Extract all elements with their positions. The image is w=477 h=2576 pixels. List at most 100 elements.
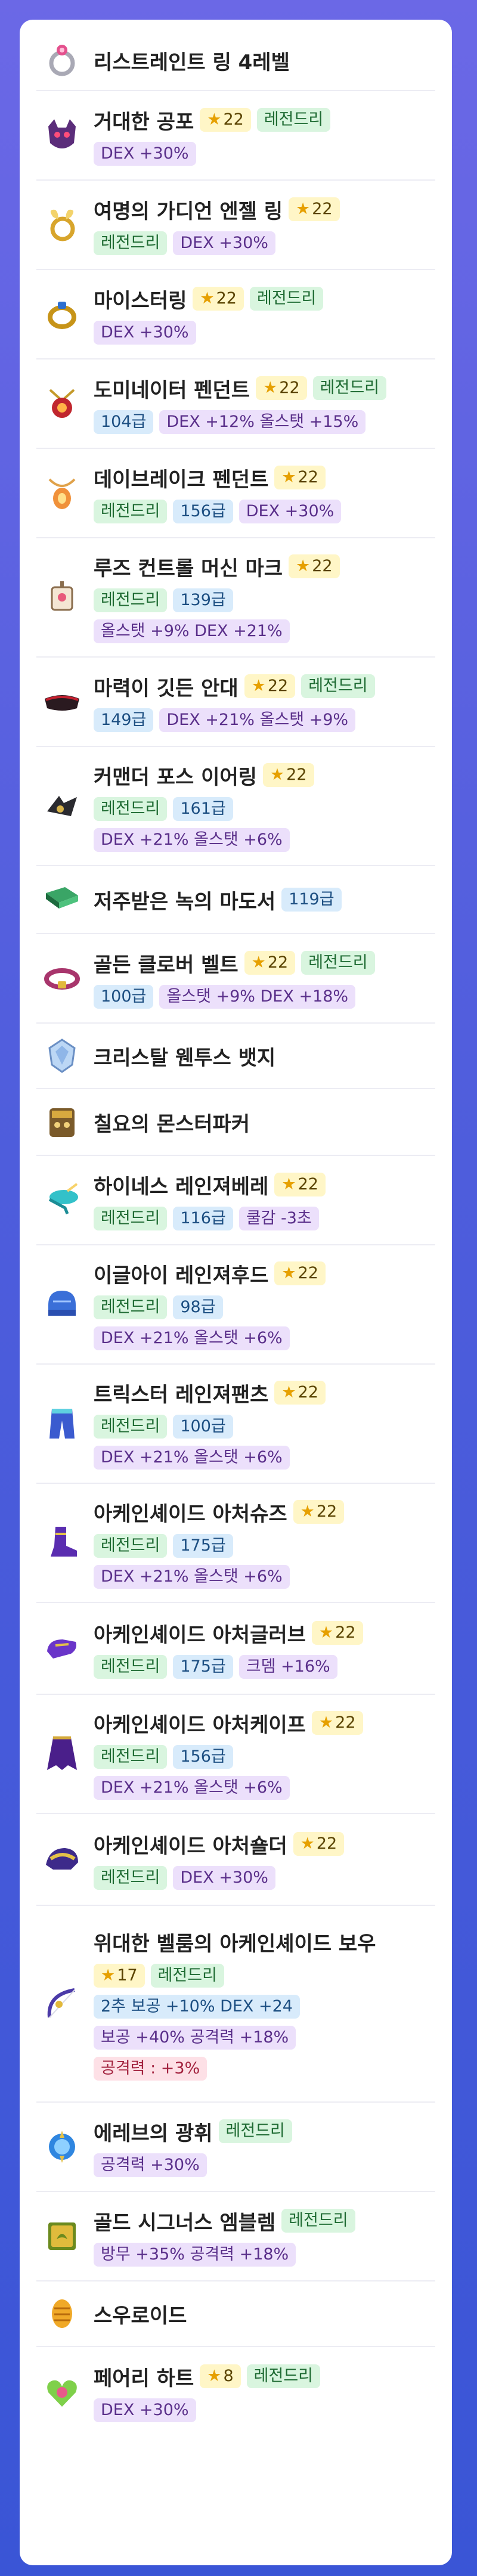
list-item[interactable]: 아케인셰이드 아처글러브 ★ 22 레전드리 175급 크뎀 +16% [36, 1603, 435, 1695]
list-item[interactable]: 아케인셰이드 아처케이프 ★ 22 레전드리 156급 DEX +21% 올스탯 … [36, 1695, 435, 1814]
list-item[interactable]: 트릭스터 레인져팬츠 ★ 22 레전드리 100급 DEX +21% 올스탯 +6… [36, 1365, 435, 1484]
list-item[interactable]: 마력이 깃든 안대 ★ 22 레전드리 149급 DEX +21% 올스탯 +9% [36, 658, 435, 747]
list-item[interactable]: 마이스터링 ★ 22 레전드리 DEX +30% [36, 270, 435, 359]
grade-badge: 레전드리 [94, 499, 168, 523]
stat-badge: DEX +21% 올스탯 +9% [159, 708, 356, 732]
level-badge: 175급 [173, 1654, 233, 1679]
item-name: 아케인셰이드 아처슈즈 [94, 1502, 287, 1526]
pants-icon [36, 1403, 88, 1444]
list-item[interactable]: 도미네이터 펜던트 ★ 22 레전드리 104급 DEX +12% 올스탯 +15… [36, 359, 435, 449]
star-badge: ★ 8 [200, 2364, 241, 2388]
ring-icon [36, 39, 88, 81]
grade-badge: 레전드리 [94, 1865, 168, 1890]
list-item[interactable]: 이글아이 레인져후드 ★ 22 레전드리 98급 DEX +21% 올스탯 +6% [36, 1245, 435, 1365]
stat-badge: 2추 보공 +10% DEX +24 [94, 1994, 300, 2019]
list-item[interactable]: 커맨더 포스 이어링 ★ 22 레전드리 161급 DEX +21% 올스탯 +6… [36, 747, 435, 866]
list-item[interactable]: 골드 시그너스 엠블렘 레전드리 방무 +35% 공격력 +18% [36, 2192, 435, 2281]
stat-badge: DEX +21% 올스탯 +6% [94, 1564, 290, 1589]
star-badge: ★ 22 [262, 763, 314, 787]
list-item[interactable]: 페어리 하트 ★ 8 레전드리 DEX +30% [36, 2347, 435, 2436]
star-icon: ★ [318, 1713, 334, 1732]
item-name: 트릭스터 레인져팬츠 [94, 1382, 269, 1407]
list-item[interactable]: 위대한 벨룸의 아케인셰이드 보우 ★ 17 레전드리 2추 보공 +10% DE… [36, 1906, 435, 2103]
cape-icon [36, 1733, 88, 1775]
extra-stat-badge: 공격력 : +3% [94, 2056, 207, 2081]
belt-icon [36, 957, 88, 999]
item-name: 도미네이터 펜던트 [94, 378, 250, 402]
level-badge: 175급 [173, 1533, 233, 1558]
star-icon: ★ [300, 1834, 315, 1853]
green-book-icon [36, 879, 88, 920]
dominator-pendant-icon [36, 383, 88, 424]
meister-ring-icon [36, 293, 88, 335]
grade-badge: 레전드리 [301, 674, 375, 698]
stat-badge: DEX +30% [94, 320, 196, 345]
list-item[interactable]: 하이네스 레인져베레 ★ 22 레전드리 116급 쿨감 -3초 [36, 1156, 435, 1245]
list-item[interactable]: 리스트레인트 링 4레벨 [36, 30, 435, 91]
item-name: 크리스탈 웬투스 뱃지 [94, 1046, 276, 1070]
cygnus-emblem-icon [36, 2215, 88, 2257]
star-icon: ★ [251, 953, 266, 972]
list-item[interactable]: 에레브의 광휘 레전드리 공격력 +30% [36, 2103, 435, 2192]
demon-mask-icon [36, 114, 88, 156]
star-badge: ★ 22 [289, 197, 340, 221]
list-item[interactable]: 칠요의 몬스터파커 [36, 1089, 435, 1156]
star-icon: ★ [207, 110, 222, 129]
stat-badge: DEX +30% [238, 499, 342, 523]
star-badge: ★ 22 [311, 1711, 363, 1735]
stat-badge: DEX +21% 올스탯 +6% [94, 1445, 290, 1470]
grade-badge: 레전드리 [256, 108, 331, 132]
item-name: 여명의 가디언 엔젤 링 [94, 199, 283, 224]
list-item[interactable]: 저주받은 녹의 마도서 119급 [36, 866, 435, 934]
star-badge: ★ 22 [274, 1173, 326, 1196]
machine-mark-icon [36, 576, 88, 618]
star-badge: ★ 22 [293, 1832, 345, 1856]
list-item[interactable]: 거대한 공포 ★ 22 레전드리 DEX +30% [36, 91, 435, 181]
list-item[interactable]: 아케인셰이드 아처숄더 ★ 22 레전드리 DEX +30% [36, 1814, 435, 1906]
grade-badge: 레전드리 [94, 1533, 168, 1558]
item-name: 칠요의 몬스터파커 [94, 1112, 250, 1136]
grade-badge: 레전드리 [281, 2209, 355, 2233]
item-name: 골든 클로버 벨트 [94, 953, 238, 977]
item-name: 아케인셰이드 아처숄더 [94, 1834, 287, 1858]
grade-badge: 레전드리 [94, 588, 168, 612]
star-icon: ★ [296, 557, 311, 575]
item-name: 하이네스 레인져베레 [94, 1174, 269, 1199]
grade-badge: 레전드리 [94, 796, 168, 821]
list-item[interactable]: 여명의 가디언 엔젤 링 ★ 22 레전드리 DEX +30% [36, 181, 435, 270]
item-name: 리스트레인트 링 4레벨 [94, 50, 290, 75]
beret-icon [36, 1179, 88, 1221]
angel-ring-icon [36, 204, 88, 246]
star-icon: ★ [300, 1502, 315, 1521]
level-badge: 100급 [94, 984, 154, 1009]
fairy-heart-icon [36, 2371, 88, 2413]
star-icon: ★ [207, 2367, 222, 2385]
list-item[interactable]: 크리스탈 웬투스 뱃지 [36, 1024, 435, 1089]
list-item[interactable]: 스우로이드 [36, 2281, 435, 2347]
grade-badge: 레전드리 [94, 231, 168, 255]
list-item[interactable]: 루즈 컨트롤 머신 마크 ★ 22 레전드리 139급 올스탯 +9% DEX +… [36, 538, 435, 658]
level-badge: 161급 [173, 796, 233, 821]
star-icon: ★ [200, 289, 215, 308]
grade-badge: 레전드리 [301, 951, 375, 975]
erev-emblem-icon [36, 2126, 88, 2168]
stat-badge: DEX +12% 올스탯 +15% [159, 410, 366, 434]
star-badge: ★ 22 [274, 466, 326, 489]
bow-icon [36, 1983, 88, 2025]
list-item[interactable]: 골든 클로버 벨트 ★ 22 레전드리 100급 올스탯 +9% DEX +18% [36, 934, 435, 1024]
item-name: 저주받은 녹의 마도서 [94, 889, 276, 914]
daybreak-pendant-icon [36, 472, 88, 514]
star-icon: ★ [101, 1966, 116, 1985]
item-name: 골드 시그너스 엠블렘 [94, 2211, 276, 2235]
shoes-icon [36, 1522, 88, 1564]
star-icon: ★ [281, 1175, 296, 1194]
list-item[interactable]: 데이브레이크 펜던트 ★ 22 레전드리 156급 DEX +30% [36, 449, 435, 538]
item-name: 스우로이드 [94, 2304, 187, 2328]
stat-badge: 크뎀 +16% [238, 1654, 337, 1679]
list-item[interactable]: 아케인셰이드 아처슈즈 ★ 22 레전드리 175급 DEX +21% 올스탯 +… [36, 1484, 435, 1603]
star-badge: ★ 22 [244, 674, 296, 698]
stat-badge: DEX +21% 올스탯 +6% [94, 827, 290, 852]
grade-badge: 레전드리 [94, 1654, 168, 1679]
item-name: 거대한 공포 [94, 110, 194, 134]
item-name: 마이스터링 [94, 289, 187, 313]
